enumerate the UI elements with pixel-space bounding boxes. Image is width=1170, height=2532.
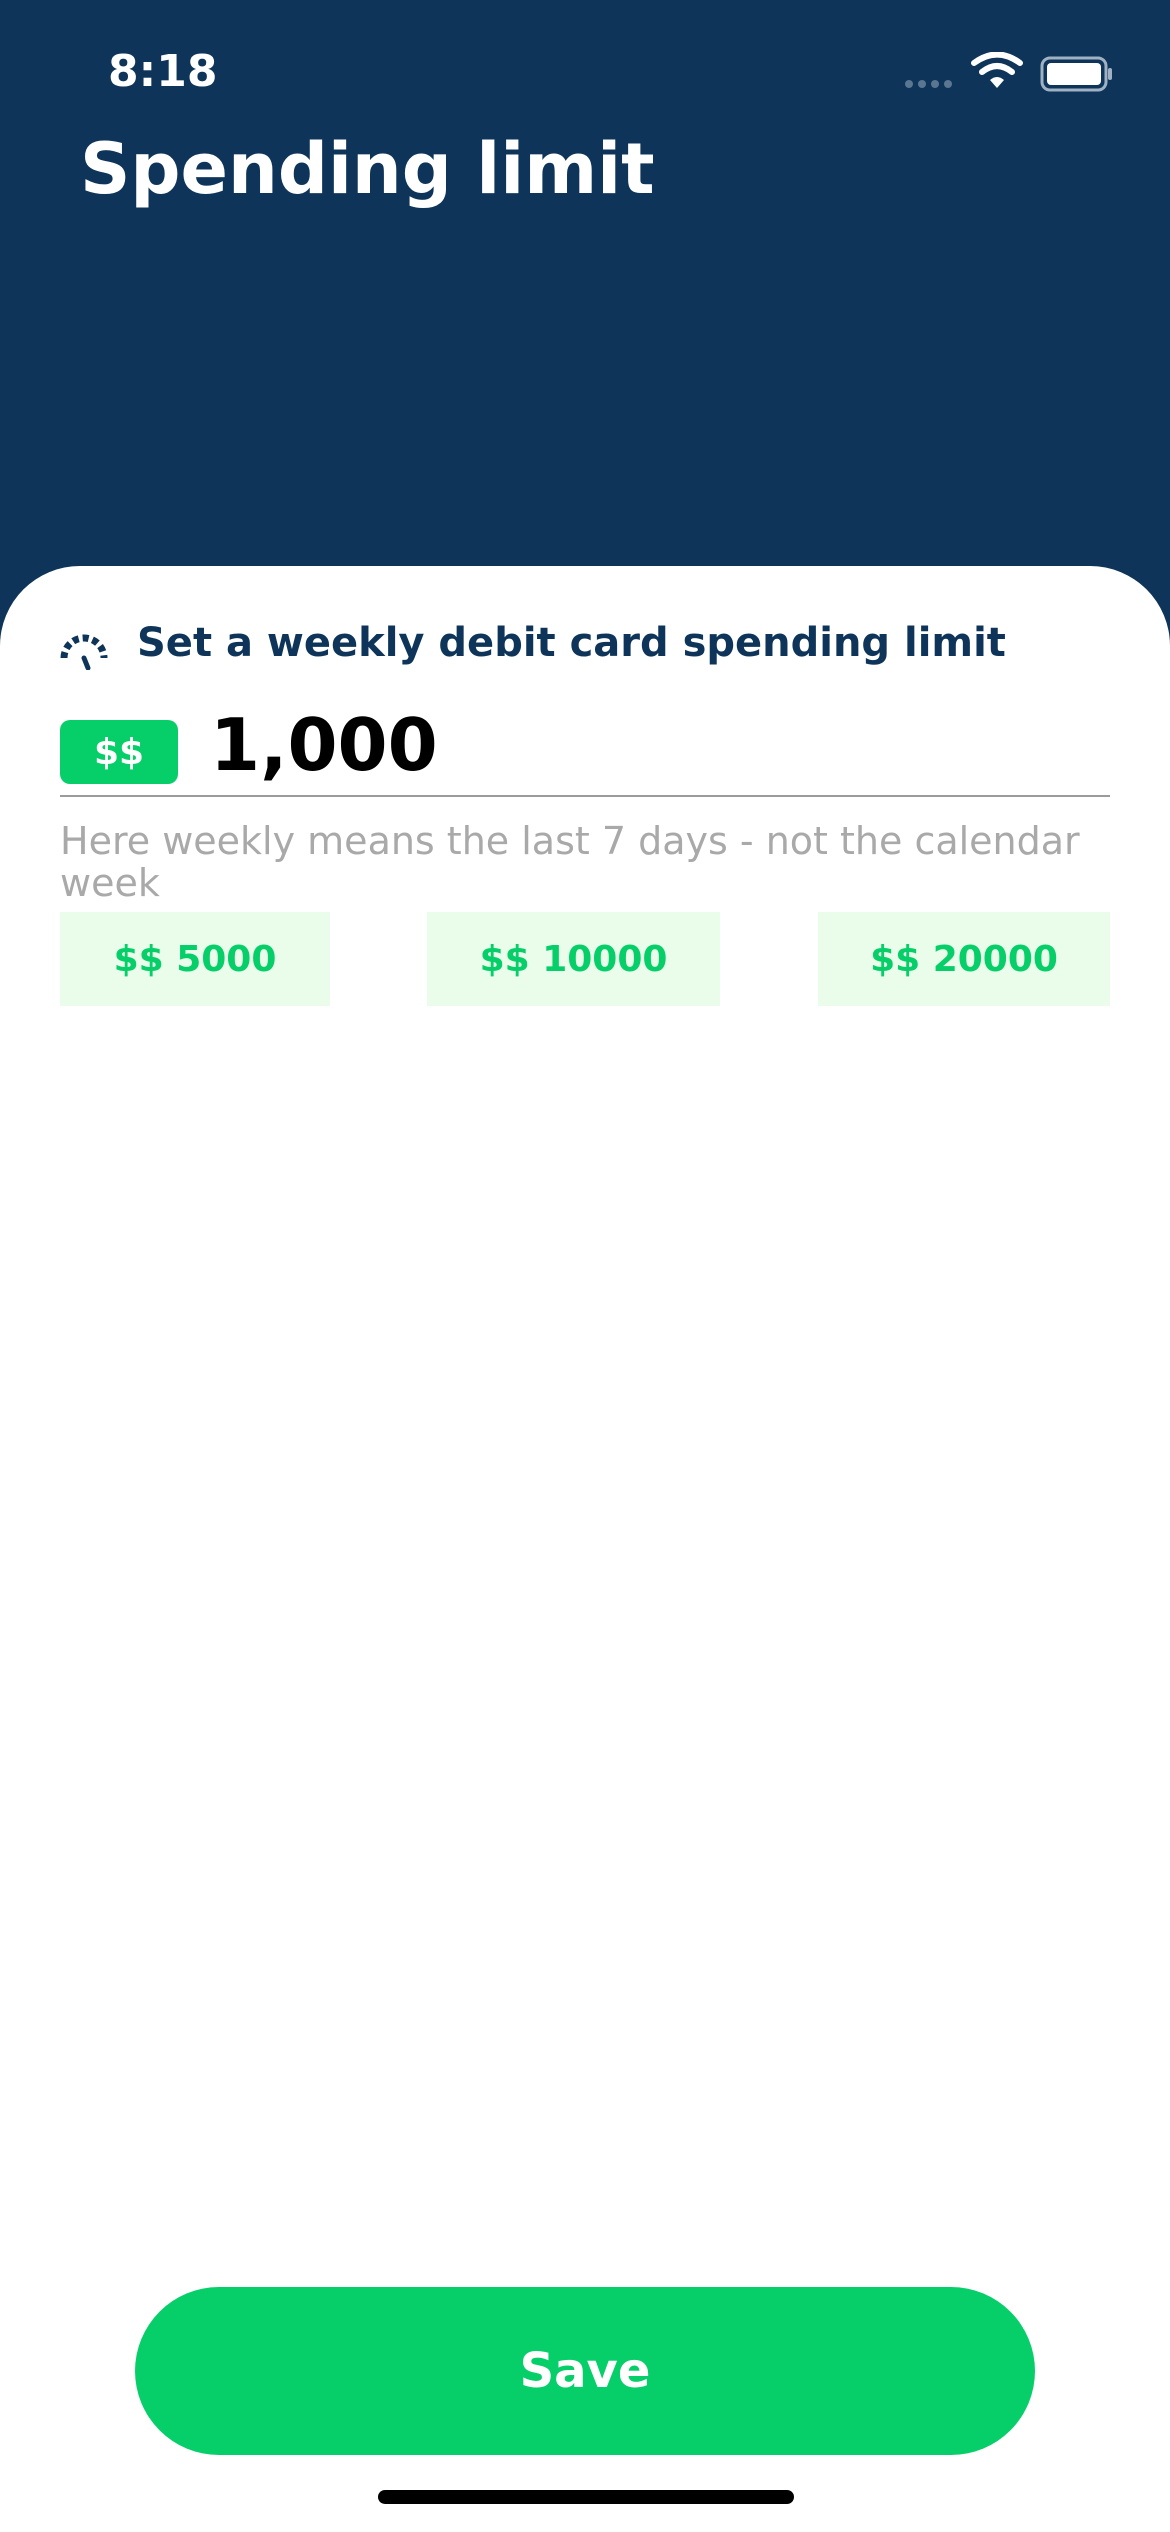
signal-dots-icon	[905, 80, 952, 88]
currency-badge: $$	[60, 720, 178, 784]
preset-10000-button[interactable]: $$ 10000	[427, 912, 720, 1006]
section-title: Set a weekly debit card spending limit	[137, 620, 1006, 666]
preset-5000-button[interactable]: $$ 5000	[60, 912, 330, 1006]
speedometer-icon	[58, 628, 110, 674]
save-button[interactable]: Save	[135, 2287, 1035, 2455]
header: 8:18 Spending limit	[0, 0, 1170, 600]
preset-20000-button[interactable]: $$ 20000	[818, 912, 1110, 1006]
amount-underline	[60, 795, 1110, 797]
page-title: Spending limit	[80, 128, 655, 210]
helper-text: Here weekly means the last 7 days - not …	[60, 819, 1080, 905]
spending-limit-input[interactable]	[210, 700, 1100, 790]
home-indicator	[378, 2490, 794, 2504]
wifi-icon	[970, 51, 1024, 96]
battery-icon	[1040, 56, 1114, 96]
status-time: 8:18	[108, 46, 218, 97]
